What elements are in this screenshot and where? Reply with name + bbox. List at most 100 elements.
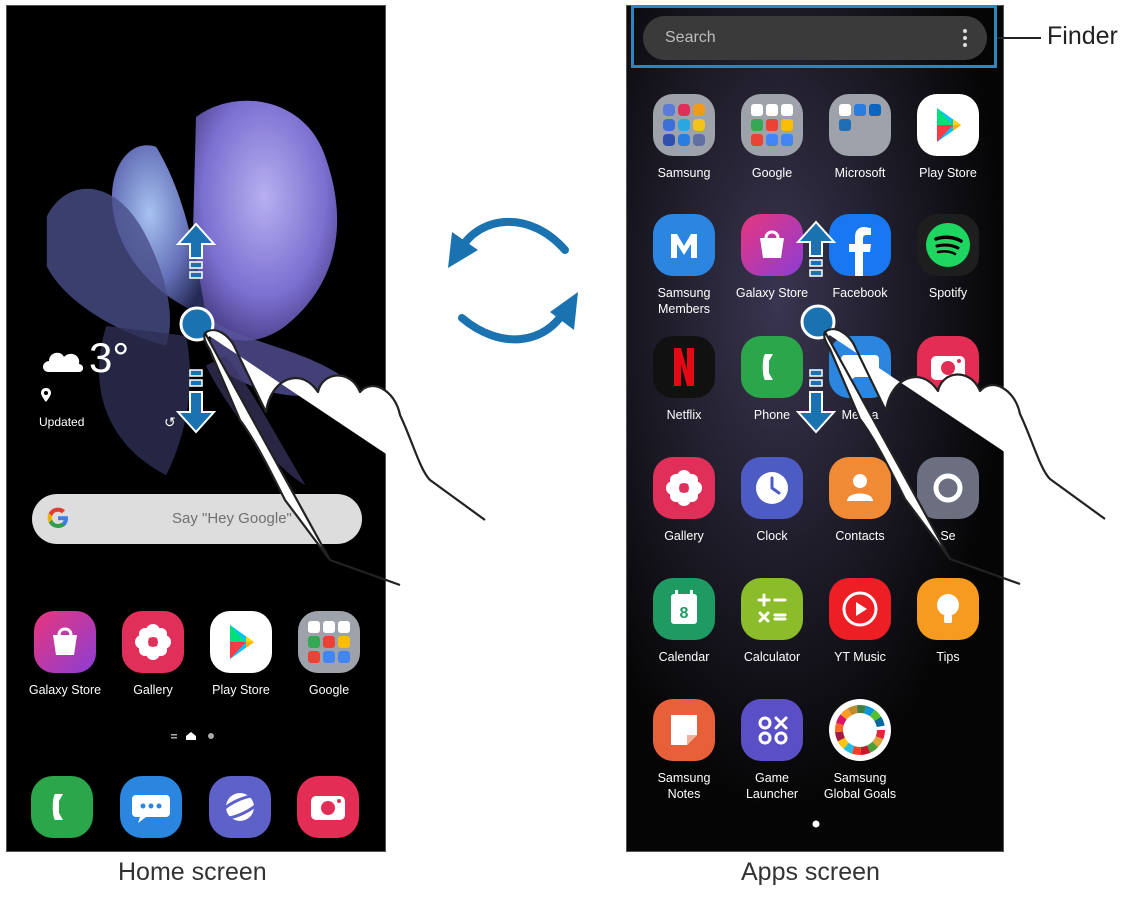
app-label: Samsung Members <box>657 286 711 316</box>
cloudy-weather-icon <box>43 352 84 372</box>
app-google-folder[interactable]: Google <box>285 611 373 698</box>
app-play-store[interactable]: Play Store <box>904 94 992 181</box>
gallery-icon <box>653 457 715 519</box>
app-tips[interactable]: Tips <box>904 578 992 665</box>
app-label: Samsung <box>657 166 711 180</box>
tips-icon <box>917 578 979 640</box>
contacts-icon <box>829 457 891 519</box>
location-pin-icon <box>41 388 51 402</box>
home-screen-caption: Home screen <box>118 858 267 886</box>
apps-screen: Search Samsung Google Microsoft Play Sto… <box>626 5 1004 852</box>
calendar-icon: 8 <box>653 578 715 640</box>
weather-temperature: 3° <box>89 334 130 381</box>
app-label: Play Store <box>212 683 270 697</box>
app-play-store[interactable]: Play Store <box>197 611 285 698</box>
app-netflix[interactable]: Netflix <box>640 336 728 423</box>
app-label: Messa <box>841 408 879 422</box>
finder-callout-line <box>997 37 1041 39</box>
app-label: Gallery <box>133 683 173 697</box>
app-label: Calculator <box>743 650 801 664</box>
apps-page-indicator <box>812 820 820 828</box>
app-galaxy-store[interactable]: Galaxy Store <box>728 214 816 301</box>
app-settings[interactable]: Se <box>904 457 992 544</box>
app-label: Contacts <box>835 529 885 543</box>
spotify-icon <box>917 214 979 276</box>
app-label: Gallery <box>664 529 704 543</box>
google-folder-icon <box>741 94 803 156</box>
app-gallery[interactable]: Gallery <box>109 611 197 698</box>
app-samsung-folder[interactable]: Samsung <box>640 94 728 181</box>
camera-icon <box>917 336 979 398</box>
app-label: Calendar <box>658 650 710 664</box>
app-label: Microsoft <box>834 166 886 180</box>
app-google-folder[interactable]: Google <box>728 94 816 181</box>
app-calendar[interactable]: 8 Calendar <box>640 578 728 665</box>
app-contacts[interactable]: Contacts <box>816 457 904 544</box>
weather-updated-label: Updated <box>39 415 85 429</box>
google-search-hint: Say "Hey Google" <box>172 510 292 527</box>
app-label: Spotify <box>928 286 968 300</box>
phone-icon[interactable] <box>31 776 93 838</box>
galaxy-store-icon <box>34 611 96 673</box>
app-camera[interactable] <box>904 336 992 407</box>
switch-screens-icon <box>448 217 578 344</box>
refresh-icon[interactable]: ↺ <box>164 414 176 431</box>
app-label: Google <box>308 683 350 697</box>
app-gallery[interactable]: Gallery <box>640 457 728 544</box>
app-clock[interactable]: Clock <box>728 457 816 544</box>
play-store-icon <box>917 94 979 156</box>
app-microsoft-folder[interactable]: Microsoft <box>816 94 904 181</box>
google-folder-icon <box>298 611 360 673</box>
settings-icon <box>917 457 979 519</box>
google-g-icon <box>47 507 68 528</box>
app-label: Facebook <box>832 286 888 300</box>
app-global-goals[interactable]: Samsung Global Goals <box>816 699 904 802</box>
app-label: Se <box>940 529 956 543</box>
app-spotify[interactable]: Spotify <box>904 214 992 301</box>
google-search-bar[interactable]: Say "Hey Google" <box>32 494 362 544</box>
app-galaxy-store[interactable]: Galaxy Store <box>21 611 109 698</box>
clock-icon <box>741 457 803 519</box>
app-label: Tips <box>936 650 960 664</box>
internet-icon[interactable] <box>209 776 271 838</box>
app-label: Samsung Notes <box>657 771 711 801</box>
phone-icon <box>741 336 803 398</box>
samsung-folder-icon <box>653 94 715 156</box>
app-label: Google <box>751 166 793 180</box>
app-calculator[interactable]: Calculator <box>728 578 816 665</box>
app-label: Galaxy Store <box>735 286 809 300</box>
finder-highlight-box <box>631 5 997 68</box>
microsoft-folder-icon <box>829 94 891 156</box>
calculator-icon <box>741 578 803 640</box>
samsung-notes-icon <box>653 699 715 761</box>
app-yt-music[interactable]: YT Music <box>816 578 904 665</box>
app-phone[interactable]: Phone <box>728 336 816 423</box>
app-samsung-members[interactable]: Samsung Members <box>640 214 728 317</box>
app-samsung-notes[interactable]: Samsung Notes <box>640 699 728 802</box>
svg-text:8: 8 <box>680 605 689 622</box>
samsung-members-icon <box>653 214 715 276</box>
facebook-icon <box>829 214 891 276</box>
app-label: Play Store <box>919 166 977 180</box>
messages-icon[interactable] <box>120 776 182 838</box>
app-label: Phone <box>753 408 791 422</box>
camera-icon[interactable] <box>297 776 359 838</box>
app-label: Netflix <box>666 408 702 422</box>
app-label: Game Launcher <box>745 771 799 801</box>
app-label: Galaxy Store <box>28 683 102 697</box>
yt-music-icon <box>829 578 891 640</box>
page-indicator <box>169 731 219 744</box>
netflix-icon <box>653 336 715 398</box>
play-store-icon <box>210 611 272 673</box>
messages-icon <box>829 336 891 398</box>
finder-callout-label: Finder <box>1047 22 1118 50</box>
game-launcher-icon <box>741 699 803 761</box>
apps-screen-caption: Apps screen <box>741 858 880 886</box>
app-messages[interactable]: Messa <box>816 336 904 423</box>
app-game-launcher[interactable]: Game Launcher <box>728 699 816 802</box>
app-facebook[interactable]: Facebook <box>816 214 904 301</box>
app-label: YT Music <box>834 650 886 664</box>
app-label: Clock <box>756 529 788 543</box>
app-label: Samsung Global Goals <box>823 771 897 801</box>
galaxy-store-icon <box>741 214 803 276</box>
